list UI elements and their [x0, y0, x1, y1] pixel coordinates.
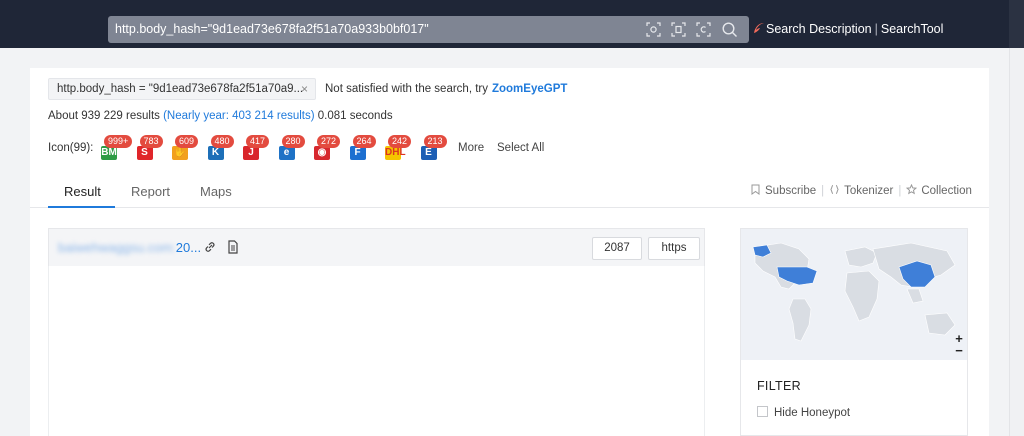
icon-count-badge: 264	[352, 135, 376, 148]
icon-count-badge: 272	[317, 135, 341, 148]
divider: |	[821, 185, 825, 197]
k-arrow-icon[interactable]: K 480	[207, 135, 234, 162]
braces-icon	[829, 184, 840, 195]
f-stripe-icon-glyph: F	[349, 146, 366, 160]
side-panel: + − FILTER Hide Honeypot	[740, 228, 968, 436]
hand-icon[interactable]: ✋ 609	[171, 135, 199, 162]
s-logo-icon[interactable]: S 783	[136, 135, 163, 162]
collection-action[interactable]: Collection	[906, 183, 972, 197]
result-tabs: Result Report Maps Subscribe | Tokenizer | C…	[30, 171, 989, 208]
s-logo-icon-glyph: S	[136, 146, 153, 160]
suggestion-text: Not satisfied with the search, try	[325, 83, 488, 95]
query-tag: http.body_hash = "9d1ead73e678fa2f51a70a…	[48, 78, 316, 100]
port-tag[interactable]: 2087	[592, 237, 642, 260]
page-scrollbar[interactable]	[1009, 48, 1024, 436]
icon-count-badge: 242	[388, 135, 412, 148]
icon-count-badge: 999+	[104, 135, 133, 148]
scrollbar-track-top	[1009, 0, 1024, 48]
more-icons-button[interactable]: More	[458, 140, 484, 156]
search-description-link[interactable]: Search Description	[766, 22, 872, 36]
icon-filter-row: Icon(99): BM 999+ S 783 ✋ 609 K 480 J 417 e 280 ◉ 272…	[48, 135, 648, 162]
results-count: About 939 229 results	[48, 110, 160, 122]
gpt-suggestion: Not satisfied with the search, try ZoomEy…	[325, 78, 567, 100]
search-tool-link[interactable]: SearchTool	[881, 22, 944, 36]
search-input[interactable]: http.body_hash="9d1ead73e678fa2f51a70a93…	[115, 16, 429, 43]
query-tag-text: http.body_hash = "9d1ead73e678fa2f51a70a…	[57, 83, 304, 95]
results-time: 0.081 seconds	[317, 110, 393, 122]
document-icon[interactable]	[226, 240, 240, 254]
star-icon	[906, 183, 918, 195]
result-card-body	[48, 266, 705, 436]
bm-icon[interactable]: BM 999+	[100, 135, 133, 162]
icon-count-badge: 417	[246, 135, 270, 148]
result-host-blurred: baiwehwaggsu.com:	[58, 240, 176, 255]
icon-filter-label: Icon(99):	[48, 142, 94, 154]
image-search-icon[interactable]	[645, 21, 662, 38]
result-host-link[interactable]: baiwehwaggsu.com:20...	[58, 240, 201, 255]
search-help-links: Search Description | SearchTool	[753, 16, 943, 43]
dhl-icon[interactable]: DHL 242	[384, 135, 412, 162]
cert-search-icon[interactable]	[695, 21, 712, 38]
icon-count-badge: 213	[423, 135, 447, 148]
ie-icon[interactable]: e 280	[278, 135, 305, 162]
zoomeyegpt-link[interactable]: ZoomEyeGPT	[492, 83, 567, 95]
k-arrow-icon-glyph: K	[207, 146, 224, 160]
filter-title: FILTER	[757, 379, 801, 393]
tab-result[interactable]: Result	[64, 184, 101, 199]
ie-icon-glyph: e	[278, 146, 295, 160]
file-search-icon[interactable]	[670, 21, 687, 38]
e-icon[interactable]: E 213	[420, 135, 447, 162]
divider: |	[874, 22, 878, 36]
hand-icon-glyph: ✋	[172, 146, 188, 160]
hide-honeypot-label: Hide Honeypot	[774, 407, 851, 419]
results-panel: http.body_hash = "9d1ead73e678fa2f51a70a…	[30, 68, 989, 436]
bookmark-icon	[750, 184, 761, 195]
results-summary: About 939 229 results (Nearly year: 403 …	[48, 108, 393, 124]
top-navigation-bar: http.body_hash="9d1ead73e678fa2f51a70a93…	[0, 0, 1024, 48]
protocol-tag[interactable]: https	[648, 237, 700, 260]
subscribe-action[interactable]: Subscribe	[750, 184, 816, 197]
weibo-icon-glyph: ◉	[314, 146, 330, 160]
red-swirl-icon[interactable]: J 417	[242, 135, 270, 162]
dhl-icon-glyph: DHL	[385, 146, 406, 160]
icon-count-badge: 280	[281, 135, 305, 148]
world-map[interactable]: + −	[741, 229, 967, 360]
search-bar[interactable]: http.body_hash="9d1ead73e678fa2f51a70a93…	[108, 16, 749, 43]
red-swirl-icon-glyph: J	[243, 146, 259, 160]
result-card-header: baiwehwaggsu.com:20... 2087 https	[48, 228, 705, 266]
weibo-icon[interactable]: ◉ 272	[313, 135, 341, 162]
icon-count-badge: 783	[139, 135, 163, 148]
nearly-year-link[interactable]: (Nearly year: 403 214 results)	[163, 110, 314, 122]
zoom-out-button[interactable]: −	[953, 344, 965, 357]
f-stripe-icon[interactable]: F 264	[349, 135, 376, 162]
checkbox[interactable]	[757, 406, 768, 417]
divider: |	[898, 185, 902, 197]
hide-honeypot-checkbox[interactable]: Hide Honeypot	[757, 406, 850, 419]
tab-report[interactable]: Report	[131, 184, 170, 199]
feather-icon	[753, 17, 765, 33]
active-tab-indicator	[48, 206, 115, 208]
tokenizer-action[interactable]: Tokenizer	[829, 185, 893, 197]
select-all-button[interactable]: Select All	[497, 140, 544, 156]
tab-maps[interactable]: Maps	[200, 184, 232, 199]
result-host-suffix: 20...	[175, 240, 202, 255]
link-icon[interactable]	[203, 240, 217, 254]
result-actions: Subscribe | Tokenizer | Collection	[750, 183, 972, 197]
icon-count-badge: 480	[210, 135, 234, 148]
search-icon[interactable]	[721, 21, 738, 38]
icon-count-badge: 609	[175, 135, 199, 148]
bm-icon-glyph: BM	[101, 146, 117, 160]
e-icon-glyph: E	[420, 146, 437, 160]
close-icon[interactable]: ×	[301, 79, 308, 99]
